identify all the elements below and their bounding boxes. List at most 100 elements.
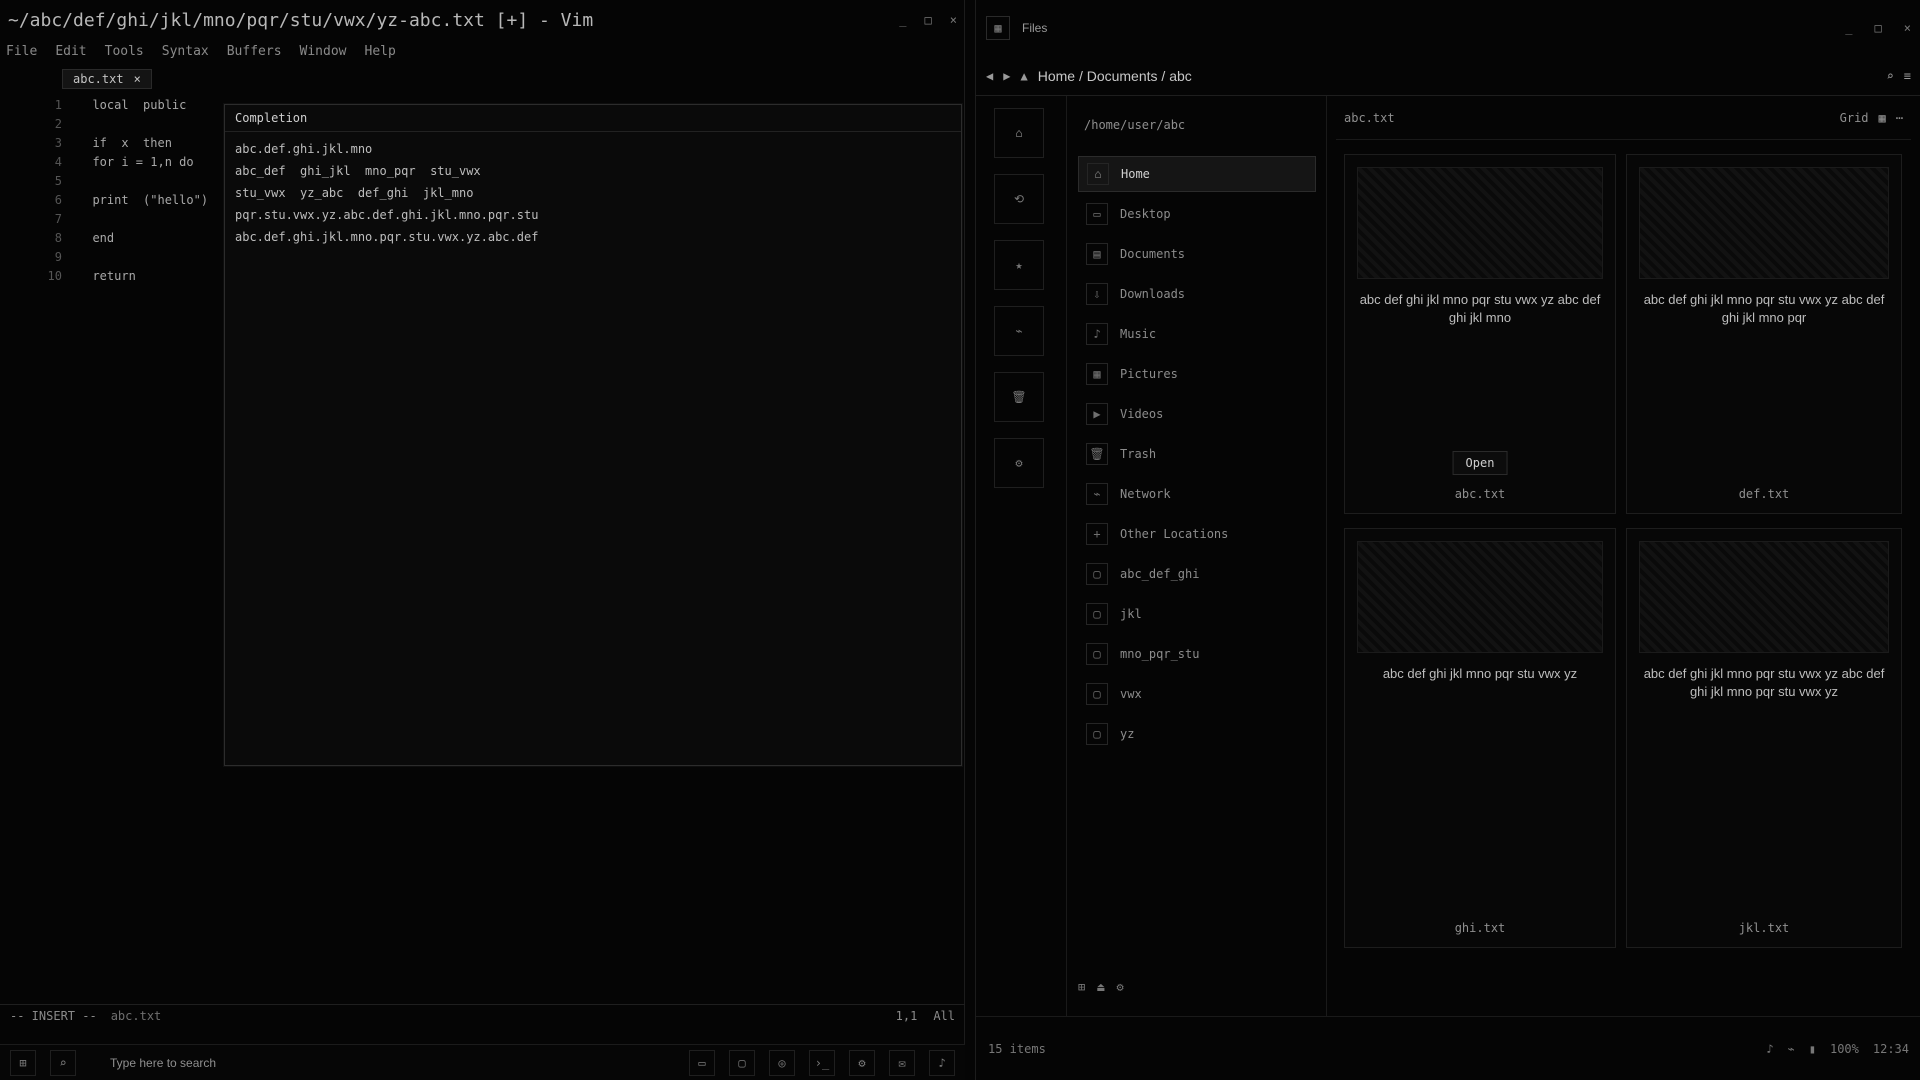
left-rail: ⌂ ⟲ ★ ⌁ 🗑 ⚙ <box>976 96 1067 1016</box>
up-icon[interactable]: ▲ <box>1020 69 1027 83</box>
rail-star-icon[interactable]: ★ <box>994 240 1044 290</box>
back-icon[interactable]: ◀ <box>986 69 993 83</box>
sidebar-item-downloads[interactable]: ⇩ Downloads <box>1078 276 1316 312</box>
line-number-gutter: 1 2 3 4 5 6 7 8 9 10 <box>0 96 70 996</box>
taskbar-search[interactable]: Type here to search <box>110 1056 216 1070</box>
trash-icon: 🗑 <box>1086 443 1108 465</box>
task-view-icon[interactable]: ▭ <box>689 1049 715 1076</box>
menu-icon[interactable]: ≡ <box>1904 69 1911 83</box>
editor-window: ~/abc/def/ghi/jkl/mno/pqr/stu/vwx/yz-abc… <box>0 0 965 1080</box>
menu-help[interactable]: Help <box>365 44 396 59</box>
sidebar-item-documents[interactable]: ▤ Documents <box>1078 236 1316 272</box>
eject-icon[interactable]: ⏏ <box>1097 980 1104 994</box>
menu-file[interactable]: File <box>6 44 37 59</box>
address-bar: ◀ ▶ ▲ Home / Documents / abc ⌕ ≡ <box>976 56 1920 96</box>
maximize-button[interactable]: □ <box>1875 21 1882 35</box>
line-number: 9 <box>54 250 62 264</box>
music-icon[interactable]: ♪ <box>929 1049 955 1076</box>
sidebar-item-label: Trash <box>1120 447 1157 461</box>
open-button[interactable]: Open <box>1452 451 1508 475</box>
settings-icon[interactable]: ⚙ <box>849 1049 875 1076</box>
battery-icon[interactable]: ▮ <box>1809 1042 1816 1056</box>
thumbnail-image <box>1357 541 1603 653</box>
menu-edit[interactable]: Edit <box>55 44 86 59</box>
menu-tools[interactable]: Tools <box>105 44 144 59</box>
settings-icon[interactable]: ⚙ <box>1116 980 1123 994</box>
rail-trash-icon[interactable]: 🗑 <box>994 372 1044 422</box>
sidebar-item-bookmark[interactable]: ▢ abc_def_ghi <box>1078 556 1316 592</box>
minimize-button[interactable]: _ <box>899 13 906 27</box>
view-mode[interactable]: Grid <box>1840 111 1869 125</box>
completion-item[interactable]: abc_def ghi_jkl mno_pqr stu_vwx <box>235 160 951 182</box>
minimize-button[interactable]: _ <box>1845 21 1852 35</box>
file-card[interactable]: abc def ghi jkl mno pqr stu vwx yz abc d… <box>1344 154 1616 514</box>
breadcrumb[interactable]: Home / Documents / abc <box>1038 68 1192 84</box>
line-number: 4 <box>54 155 62 169</box>
taskbar: ⊞ ⌕ Type here to search ▭ ▢ ◎ ›_ ⚙ ✉ ♪ <box>0 1044 965 1080</box>
video-icon: ▶ <box>1086 403 1108 425</box>
completion-item[interactable]: abc.def.ghi.jkl.mno.pqr.stu.vwx.yz.abc.d… <box>235 226 951 248</box>
files-window: ▦ Files _ □ × ◀ ▶ ▲ Home / Documents / a… <box>975 0 1920 1080</box>
sidebar-item-home[interactable]: ⌂ Home <box>1078 156 1316 192</box>
close-button[interactable]: × <box>950 13 957 27</box>
completion-item[interactable]: stu_vwx yz_abc def_ghi jkl_mno <box>235 182 951 204</box>
completion-item[interactable]: abc.def.ghi.jkl.mno <box>235 138 951 160</box>
network-icon: ⌁ <box>1086 483 1108 505</box>
sidebar-item-bookmark[interactable]: ▢ vwx <box>1078 676 1316 712</box>
menu-buffers[interactable]: Buffers <box>227 44 282 59</box>
new-folder-icon[interactable]: ⊞ <box>1078 980 1085 994</box>
rail-recent-icon[interactable]: ⟲ <box>994 174 1044 224</box>
sidebar-item-label: Pictures <box>1120 367 1178 381</box>
card-title: abc def ghi jkl mno pqr stu vwx yz abc d… <box>1359 292 1601 325</box>
more-icon[interactable]: ⋯ <box>1896 111 1903 125</box>
sidebar-item-desktop[interactable]: ▭ Desktop <box>1078 196 1316 232</box>
file-card[interactable]: abc def ghi jkl mno pqr stu vwx yz ghi.t… <box>1344 528 1616 948</box>
line-number: 2 <box>54 117 62 131</box>
folder-icon[interactable]: ▢ <box>729 1049 755 1076</box>
volume-icon[interactable]: ♪ <box>1766 1042 1773 1056</box>
search-icon[interactable]: ⌕ <box>1887 69 1894 83</box>
line-number: 3 <box>54 136 62 150</box>
forward-icon[interactable]: ▶ <box>1003 69 1010 83</box>
sidebar-item-pictures[interactable]: ▦ Pictures <box>1078 356 1316 392</box>
sidebar-item-bookmark[interactable]: ▢ mno_pqr_stu <box>1078 636 1316 672</box>
cursor-linecol: 1,1 <box>895 1008 918 1023</box>
sidebar-item-label: jkl <box>1120 607 1142 621</box>
file-card[interactable]: abc def ghi jkl mno pqr stu vwx yz abc d… <box>1626 528 1902 948</box>
sidebar-item-other-locations[interactable]: + Other Locations <box>1078 516 1316 552</box>
rail-network-icon[interactable]: ⌁ <box>994 306 1044 356</box>
wifi-icon[interactable]: ⌁ <box>1788 1042 1795 1056</box>
sidebar-item-label: Downloads <box>1120 287 1186 301</box>
folder-icon: ▢ <box>1086 683 1108 705</box>
tab-close-icon[interactable]: × <box>134 72 141 86</box>
sidebar-item-network[interactable]: ⌁ Network <box>1078 476 1316 512</box>
completion-item[interactable]: pqr.stu.vwx.yz.abc.def.ghi.jkl.mno.pqr.s… <box>235 204 951 226</box>
card-filename: ghi.txt <box>1454 921 1506 935</box>
start-icon[interactable]: ⊞ <box>10 1049 36 1076</box>
close-button[interactable]: × <box>1904 21 1911 35</box>
terminal-icon[interactable]: ›_ <box>809 1049 835 1076</box>
menu-window[interactable]: Window <box>300 44 347 59</box>
editor-tabbar: abc.txt × <box>0 66 965 92</box>
sidebar-item-trash[interactable]: 🗑 Trash <box>1078 436 1316 472</box>
document-icon: ▤ <box>1086 243 1108 265</box>
sidebar-item-bookmark[interactable]: ▢ jkl <box>1078 596 1316 632</box>
sidebar-item-label: Documents <box>1120 247 1186 261</box>
file-card[interactable]: abc def ghi jkl mno pqr stu vwx yz abc d… <box>1626 154 1902 514</box>
rail-settings-icon[interactable]: ⚙ <box>994 438 1044 488</box>
editor-tab[interactable]: abc.txt × <box>62 69 152 89</box>
browser-icon[interactable]: ◎ <box>769 1049 795 1076</box>
menu-syntax[interactable]: Syntax <box>162 44 209 59</box>
mode-indicator: -- INSERT -- <box>10 1008 97 1023</box>
sidebar-item-music[interactable]: ♪ Music <box>1078 316 1316 352</box>
maximize-button[interactable]: □ <box>925 13 932 27</box>
search-icon[interactable]: ⌕ <box>50 1049 76 1076</box>
status-right: ♪ ⌁ ▮ 100% 12:34 <box>1766 1042 1909 1056</box>
files-titlebar: ▦ Files _ □ × <box>976 0 1920 56</box>
editor-statusbar: -- INSERT -- abc.txt 1,1 All <box>0 1004 965 1026</box>
rail-home-icon[interactable]: ⌂ <box>994 108 1044 158</box>
chat-icon[interactable]: ✉ <box>889 1049 915 1076</box>
sidebar-item-videos[interactable]: ▶ Videos <box>1078 396 1316 432</box>
sidebar-item-bookmark[interactable]: ▢ yz <box>1078 716 1316 752</box>
grid-icon[interactable]: ▦ <box>1879 111 1886 125</box>
